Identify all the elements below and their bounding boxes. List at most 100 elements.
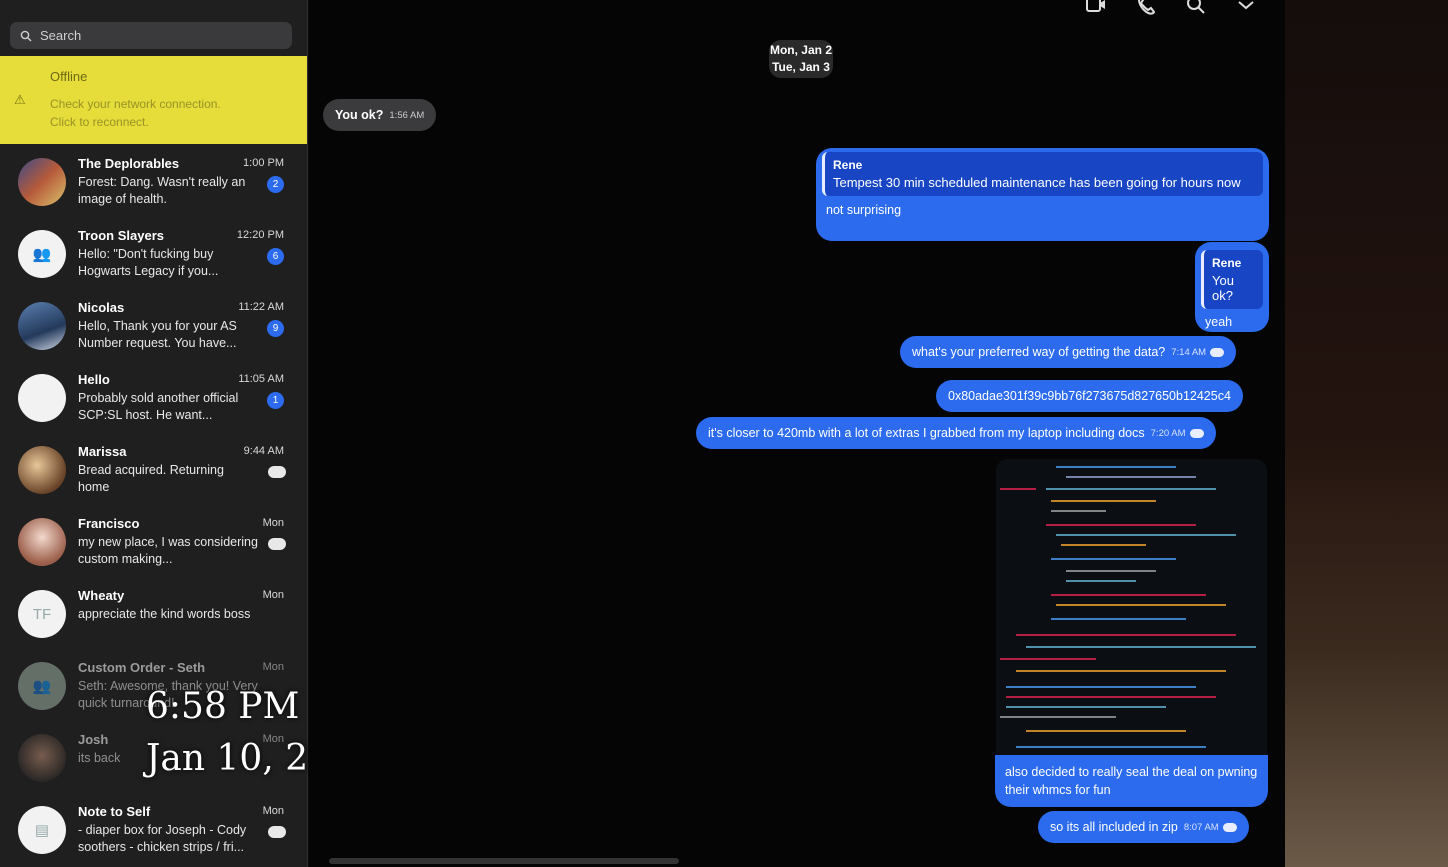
code-screenshot-image	[1000, 466, 1256, 748]
chat-item-hello[interactable]: Hello 11:05 AM Probably sold another off…	[0, 364, 307, 436]
quoted-message[interactable]: Rene Tempest 30 min scheduled maintenanc…	[822, 152, 1263, 196]
message-text: so its all included in zip	[1050, 820, 1178, 834]
quote-author: Rene	[1212, 256, 1242, 270]
image-caption[interactable]: also decided to really seal the deal on …	[995, 755, 1268, 807]
message-text: not surprising	[826, 203, 902, 217]
chat-time: 12:20 PM	[236, 229, 284, 241]
chat-time: Mon	[262, 661, 284, 673]
search-input[interactable]: Search	[10, 22, 292, 49]
chat-preview: my new place, I was considering custom m…	[78, 535, 258, 566]
chat-item-the-deplorables[interactable]: The Deplorables 1:00 PM Forest: Dang. Wa…	[0, 148, 307, 220]
message-text: it's closer to 420mb with a lot of extra…	[708, 426, 1145, 440]
read-receipt-icon	[1222, 822, 1237, 832]
message-text: what's your preferred way of getting the…	[912, 345, 1166, 359]
overlay-time: 6:58 PM	[146, 686, 300, 727]
chat-time: Mon	[262, 517, 284, 529]
search-placeholder: Search	[40, 28, 82, 43]
phone-icon[interactable]	[1135, 0, 1157, 16]
chat-name: Josh	[78, 732, 109, 747]
offline-title: Offline	[50, 69, 88, 84]
outgoing-message[interactable]: Rene You ok? yeah	[1195, 242, 1269, 332]
avatar	[18, 374, 66, 422]
chat-item-nicolas[interactable]: Nicolas 11:22 AM Hello, Thank you for yo…	[0, 292, 307, 364]
search-icon[interactable]	[1185, 0, 1207, 16]
avatar	[18, 158, 66, 206]
avatar	[18, 734, 66, 782]
chat-time: Mon	[262, 805, 284, 817]
read-receipt-icon	[268, 466, 286, 478]
image-attachment[interactable]	[996, 459, 1267, 755]
scrollbar[interactable]	[329, 858, 679, 864]
outgoing-message[interactable]: 0x80adae301f39c9bb76f273675d827650b12425…	[936, 380, 1243, 412]
avatar: TF	[18, 590, 66, 638]
chat-name: Wheaty	[78, 588, 125, 603]
offline-banner[interactable]: ⚠ Offline Check your network connection.…	[0, 56, 307, 144]
outgoing-message[interactable]: Rene Tempest 30 min scheduled maintenanc…	[816, 148, 1269, 241]
chat-name: Troon Slayers	[78, 228, 164, 243]
offline-message: Check your network connection.	[50, 97, 221, 111]
read-receipt-icon	[1189, 428, 1204, 438]
chat-name: Marissa	[78, 444, 127, 459]
quoted-message[interactable]: Rene You ok?	[1201, 250, 1263, 309]
search-icon	[20, 30, 32, 41]
avatar: ▤	[18, 806, 66, 854]
chat-name: Hello	[78, 372, 110, 387]
chat-preview: Hello, Thank you for your AS Number requ…	[78, 319, 237, 350]
outgoing-message[interactable]: so its all included in zip 8:07 AM	[1038, 811, 1249, 843]
read-receipt-icon	[268, 538, 286, 550]
chat-time: 11:05 AM	[238, 373, 284, 385]
chat-preview: Bread acquired. Returning home	[78, 463, 224, 494]
chat-time: Mon	[262, 589, 284, 601]
message-text: You ok?	[335, 108, 384, 122]
message-time: 7:14 AM	[1171, 346, 1207, 358]
background-desk	[1285, 0, 1448, 867]
chat-item-wheaty[interactable]: TF Wheaty Mon appreciate the kind words …	[0, 580, 307, 652]
message-time: 1:56 AM	[389, 109, 425, 121]
avatar: 👥	[18, 230, 66, 278]
unread-badge: 9	[267, 320, 284, 337]
chat-item-francisco[interactable]: Francisco Mon my new place, I was consid…	[0, 508, 307, 580]
read-receipt-icon	[268, 826, 286, 838]
chat-preview: - diaper box for Joseph - Cody soothers …	[78, 823, 247, 854]
chat-preview: appreciate the kind words boss	[78, 607, 251, 621]
chat-item-troon-slayers[interactable]: 👥 Troon Slayers 12:20 PM Hello: "Don't f…	[0, 220, 307, 292]
reconnect-link[interactable]: Click to reconnect.	[50, 115, 149, 129]
unread-badge: 1	[267, 392, 284, 409]
video-call-icon[interactable]	[1085, 0, 1107, 16]
note-icon: ▤	[34, 822, 50, 839]
outgoing-message[interactable]: what's your preferred way of getting the…	[900, 336, 1237, 368]
message-time: 7:20 AM	[1150, 427, 1186, 439]
message-time: 8:07 AM	[1183, 821, 1219, 833]
chat-name: The Deplorables	[78, 156, 180, 171]
chat-time: 9:44 AM	[243, 445, 284, 457]
chat-preview: Probably sold another official SCP:SL ho…	[78, 391, 239, 422]
date-divider-line1: Mon, Jan 2	[769, 43, 832, 57]
read-receipt-icon	[1210, 347, 1225, 357]
chat-name: Nicolas	[78, 300, 125, 315]
avatar	[18, 302, 66, 350]
avatar: 👥	[18, 662, 66, 710]
sidebar: Search ⚠ Offline Check your network conn…	[0, 0, 308, 867]
chat-preview: Forest: Dang. Wasn't really an image of …	[78, 175, 246, 206]
date-divider: Mon, Jan 2 Tue, Jan 3	[769, 40, 833, 78]
date-divider-line2: Tue, Jan 3	[772, 60, 830, 74]
quote-text: Tempest 30 min scheduled maintenance has…	[833, 175, 1241, 190]
chat-time: 11:22 AM	[238, 301, 284, 313]
warning-icon: ⚠	[14, 92, 26, 107]
message-text: also decided to really seal the deal on …	[1005, 765, 1258, 797]
incoming-message[interactable]: You ok? 1:56 AM	[323, 99, 437, 131]
chat-name: Custom Order - Seth	[78, 660, 206, 675]
message-text: 0x80adae301f39c9bb76f273675d827650b12425…	[948, 389, 1231, 403]
avatar	[18, 518, 66, 566]
chat-name: Francisco	[78, 516, 140, 531]
message-text: yeah	[1205, 315, 1233, 329]
unread-badge: 2	[267, 176, 284, 193]
chat-item-marissa[interactable]: Marissa 9:44 AM Bread acquired. Returnin…	[0, 436, 307, 508]
chat-item-note-to-self[interactable]: ▤ Note to Self Mon - diaper box for Jose…	[0, 796, 307, 867]
chat-preview: Hello: "Don't fucking buy Hogwarts Legac…	[78, 247, 219, 278]
unread-badge: 6	[267, 248, 284, 265]
group-icon: 👥	[32, 678, 52, 695]
outgoing-message[interactable]: it's closer to 420mb with a lot of extra…	[696, 417, 1216, 449]
chevron-down-icon[interactable]	[1235, 0, 1257, 16]
avatar	[18, 446, 66, 494]
